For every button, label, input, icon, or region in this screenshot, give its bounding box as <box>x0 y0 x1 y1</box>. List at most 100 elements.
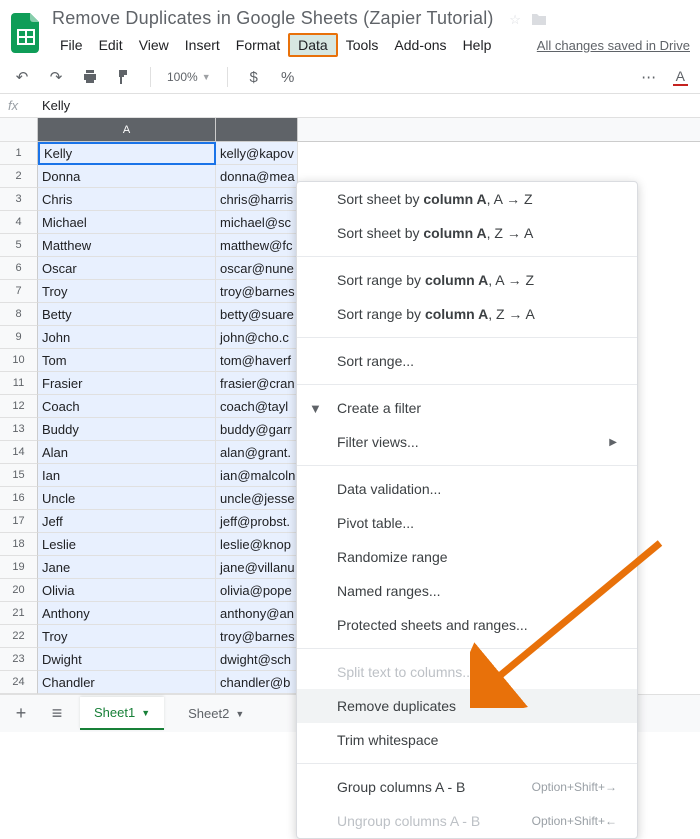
doc-title[interactable]: Remove Duplicates in Google Sheets (Zapi… <box>52 8 494 28</box>
cell[interactable]: John <box>38 326 216 349</box>
cell[interactable]: tom@haverf <box>216 349 298 372</box>
star-icon[interactable]: ☆ <box>509 12 521 28</box>
cell[interactable]: troy@barnes <box>216 625 298 648</box>
sort-sheet-za[interactable]: Sort sheet by column A, Z → A <box>297 216 637 250</box>
row-header[interactable]: 23 <box>0 648 38 671</box>
print-icon[interactable] <box>80 67 100 87</box>
row-header[interactable]: 7 <box>0 280 38 303</box>
cell[interactable]: frasier@cran <box>216 372 298 395</box>
row-header[interactable]: 6 <box>0 257 38 280</box>
row-header[interactable]: 14 <box>0 441 38 464</box>
menu-view[interactable]: View <box>131 33 177 57</box>
group-columns[interactable]: Group columns A - BOption+Shift+→ <box>297 770 637 804</box>
sheet-tab-2[interactable]: Sheet2▼ <box>174 698 258 729</box>
cell[interactable]: kelly@kapov <box>216 142 298 165</box>
sheet-tab-1[interactable]: Sheet1▼ <box>80 697 164 730</box>
cell[interactable]: matthew@fc <box>216 234 298 257</box>
row-header[interactable]: 4 <box>0 211 38 234</box>
cell[interactable]: troy@barnes <box>216 280 298 303</box>
menu-file[interactable]: File <box>52 33 91 57</box>
cell[interactable]: Kelly <box>38 142 216 165</box>
col-header-b[interactable] <box>216 118 298 142</box>
row-header[interactable]: 11 <box>0 372 38 395</box>
chevron-down-icon[interactable]: ▼ <box>141 708 150 718</box>
data-validation[interactable]: Data validation... <box>297 472 637 506</box>
cell[interactable]: alan@grant. <box>216 441 298 464</box>
row-header[interactable]: 3 <box>0 188 38 211</box>
cell[interactable]: jane@villanu <box>216 556 298 579</box>
pivot-table[interactable]: Pivot table... <box>297 506 637 540</box>
cell[interactable]: michael@sc <box>216 211 298 234</box>
cell[interactable]: Alan <box>38 441 216 464</box>
cell[interactable]: Olivia <box>38 579 216 602</box>
row-header[interactable]: 10 <box>0 349 38 372</box>
paint-format-icon[interactable] <box>114 67 134 87</box>
cell[interactable]: coach@tayl <box>216 395 298 418</box>
cell[interactable]: Dwight <box>38 648 216 671</box>
add-sheet-button[interactable]: + <box>8 701 34 727</box>
cell[interactable]: betty@suare <box>216 303 298 326</box>
row-header[interactable]: 17 <box>0 510 38 533</box>
remove-duplicates[interactable]: Remove duplicates <box>297 689 637 723</box>
cell[interactable]: Donna <box>38 165 216 188</box>
cell[interactable]: Oscar <box>38 257 216 280</box>
cell[interactable]: Frasier <box>38 372 216 395</box>
all-sheets-button[interactable]: ≡ <box>44 701 70 727</box>
cell[interactable]: Matthew <box>38 234 216 257</box>
row-header[interactable]: 20 <box>0 579 38 602</box>
row-header[interactable]: 12 <box>0 395 38 418</box>
row-header[interactable]: 5 <box>0 234 38 257</box>
row-header[interactable]: 21 <box>0 602 38 625</box>
sheets-logo[interactable] <box>8 9 44 57</box>
row-header[interactable]: 18 <box>0 533 38 556</box>
zoom-select[interactable]: 100%▼ <box>167 70 211 84</box>
cell[interactable]: Troy <box>38 280 216 303</box>
row-header[interactable]: 16 <box>0 487 38 510</box>
row-header[interactable]: 15 <box>0 464 38 487</box>
cell[interactable]: donna@mea <box>216 165 298 188</box>
row-header[interactable]: 24 <box>0 671 38 694</box>
folder-icon[interactable] <box>531 12 547 29</box>
cell[interactable]: Michael <box>38 211 216 234</box>
sort-range[interactable]: Sort range... <box>297 344 637 378</box>
cell[interactable]: Chandler <box>38 671 216 694</box>
row-header[interactable]: 22 <box>0 625 38 648</box>
col-header-rest[interactable] <box>298 118 700 142</box>
cell[interactable]: Coach <box>38 395 216 418</box>
cell[interactable]: Troy <box>38 625 216 648</box>
select-all-corner[interactable] <box>0 118 38 142</box>
percent-icon[interactable]: % <box>278 67 298 87</box>
named-ranges[interactable]: Named ranges... <box>297 574 637 608</box>
cell[interactable]: Anthony <box>38 602 216 625</box>
cell[interactable]: Jeff <box>38 510 216 533</box>
cell[interactable]: john@cho.c <box>216 326 298 349</box>
cell[interactable]: anthony@an <box>216 602 298 625</box>
cell[interactable]: olivia@pope <box>216 579 298 602</box>
cell[interactable]: jeff@probst. <box>216 510 298 533</box>
cell[interactable]: ian@malcoln <box>216 464 298 487</box>
cell[interactable]: leslie@knop <box>216 533 298 556</box>
menu-help[interactable]: Help <box>455 33 500 57</box>
currency-icon[interactable]: $ <box>244 67 264 87</box>
menu-format[interactable]: Format <box>228 33 288 57</box>
cell[interactable]: Leslie <box>38 533 216 556</box>
cell[interactable]: chris@harris <box>216 188 298 211</box>
row-header[interactable]: 19 <box>0 556 38 579</box>
menu-addons[interactable]: Add-ons <box>386 33 454 57</box>
cell[interactable]: Uncle <box>38 487 216 510</box>
more-icon[interactable]: ⋯ <box>639 67 659 87</box>
row-header[interactable]: 9 <box>0 326 38 349</box>
row-header[interactable]: 2 <box>0 165 38 188</box>
cell[interactable]: Chris <box>38 188 216 211</box>
cell[interactable]: buddy@garr <box>216 418 298 441</box>
create-filter[interactable]: ▼Create a filter <box>297 391 637 425</box>
menu-insert[interactable]: Insert <box>177 33 228 57</box>
formula-input[interactable]: Kelly <box>36 98 70 113</box>
menu-tools[interactable]: Tools <box>338 33 387 57</box>
filter-views[interactable]: Filter views...▶ <box>297 425 637 459</box>
cell[interactable]: uncle@jesse <box>216 487 298 510</box>
menu-data[interactable]: Data <box>288 33 338 57</box>
protected-sheets[interactable]: Protected sheets and ranges... <box>297 608 637 642</box>
redo-icon[interactable]: ↷ <box>46 67 66 87</box>
cell[interactable]: Jane <box>38 556 216 579</box>
